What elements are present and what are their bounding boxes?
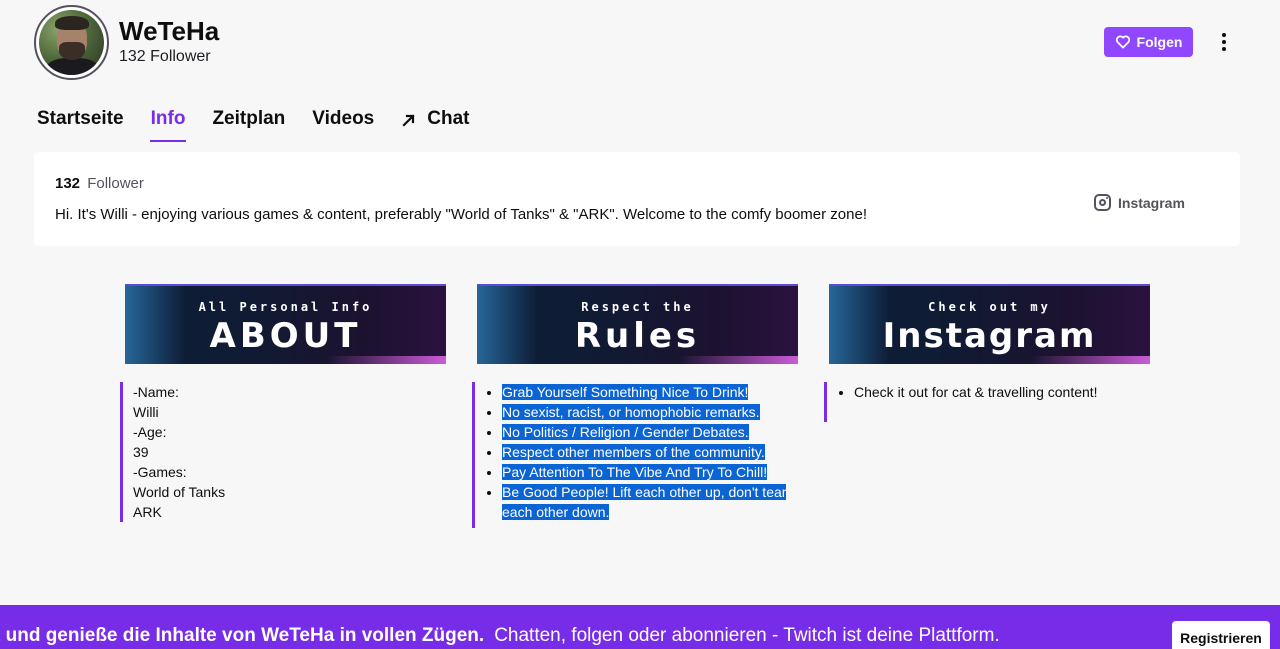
banner-subtitle: Check out my: [928, 300, 1051, 314]
tab-label: Info: [150, 108, 186, 129]
info-follower-count: 132 Follower: [55, 175, 144, 192]
panel-line: Willi: [133, 404, 159, 420]
tab-zeitplan[interactable]: Zeitplan: [212, 108, 285, 142]
list-item: Pay Attention To The Vibe And Try To Chi…: [502, 462, 802, 482]
rule-text: No sexist, racist, or homophobic remarks…: [502, 404, 760, 420]
instagram-panel-body: Check it out for cat & travelling conten…: [824, 382, 1154, 422]
tab-startseite[interactable]: Startseite: [37, 108, 124, 142]
panel-line: World of Tanks: [133, 484, 226, 500]
tab-label: Zeitplan: [212, 108, 286, 129]
instagram-link[interactable]: Instagram: [1094, 194, 1185, 211]
tab-label: Chat: [427, 108, 470, 129]
follow-button[interactable]: Folgen: [1104, 27, 1193, 57]
rule-text: Pay Attention To The Vibe And Try To Chi…: [502, 464, 768, 480]
tab-chat[interactable]: Chat: [401, 108, 469, 142]
signup-banner-normal: Chatten, folgen oder abonnieren - Twitch…: [494, 625, 1000, 646]
follower-label: Follower: [87, 175, 144, 192]
list-item: Check it out for cat & travelling conten…: [854, 382, 1154, 402]
banner-title: Instagram: [882, 316, 1097, 356]
heart-icon: [1115, 35, 1130, 49]
about-panel-body: -Name: Willi -Age: 39 -Games: World of T…: [120, 382, 448, 522]
panel-line: -Age:: [133, 424, 167, 440]
banner-subtitle: All Personal Info: [198, 300, 373, 314]
follower-number: 132: [55, 175, 81, 192]
tab-info[interactable]: Info: [149, 108, 187, 142]
banner-title: Rules: [574, 316, 701, 356]
rule-text: Be Good People! Lift each other up, don'…: [502, 484, 787, 520]
instagram-panel: Check out my Instagram Check it out for …: [824, 284, 1152, 422]
rules-panel-banner[interactable]: Respect the Rules: [477, 284, 798, 364]
about-panel: All Personal Info ABOUT -Name: Willi -Ag…: [120, 284, 448, 522]
instagram-icon: [1094, 194, 1111, 211]
signup-banner: t und genieße die Inhalte von WeTeHa in …: [0, 605, 1280, 649]
instagram-link-label: Instagram: [1118, 194, 1185, 211]
list-item: No Politics / Religion / Gender Debates.: [502, 422, 802, 442]
register-button[interactable]: Registrieren: [1172, 621, 1270, 649]
banner-title: ABOUT: [209, 316, 362, 356]
signup-banner-text: t und genieße die Inhalte von WeTeHa in …: [0, 625, 1000, 647]
rule-text: No Politics / Religion / Gender Debates.: [502, 424, 749, 440]
avatar-image: [39, 10, 104, 75]
about-panel-banner[interactable]: All Personal Info ABOUT: [125, 284, 446, 364]
banner-subtitle: Respect the: [581, 300, 694, 314]
external-arrow-icon: [401, 108, 417, 134]
panel-line: -Games:: [133, 464, 187, 480]
follow-button-label: Folgen: [1136, 34, 1183, 50]
about-info-panel: 132 Follower Hi. It's Willi - enjoying v…: [34, 152, 1240, 246]
tab-videos[interactable]: Videos: [312, 108, 374, 142]
instagram-panel-banner[interactable]: Check out my Instagram: [829, 284, 1150, 364]
list-item: Grab Yourself Something Nice To Drink!: [502, 382, 802, 402]
more-vertical-icon: [1222, 33, 1226, 37]
rule-text: Respect other members of the community.: [502, 444, 765, 460]
more-vertical-icon-dot: [1222, 47, 1226, 51]
rules-panel: Respect the Rules Grab Yourself Somethin…: [472, 284, 800, 528]
more-vertical-icon-dot: [1222, 40, 1226, 44]
channel-follower-count: 132 Follower: [119, 48, 211, 65]
panel-line: -Name:: [133, 384, 179, 400]
panel-line: ARK: [133, 504, 162, 520]
channel-name[interactable]: WeTeHa: [119, 16, 219, 47]
list-item: No sexist, racist, or homophobic remarks…: [502, 402, 802, 422]
instagram-text: Check it out for cat & travelling conten…: [854, 384, 1098, 400]
tab-label: Startseite: [37, 108, 124, 129]
channel-tabs: Startseite Info Zeitplan Videos Chat: [37, 108, 496, 144]
more-options-button[interactable]: [1212, 30, 1236, 54]
rules-panel-body: Grab Yourself Something Nice To Drink! N…: [472, 382, 802, 528]
channel-description: Hi. It's Willi - enjoying various games …: [55, 206, 867, 223]
channel-header: WeTeHa 132 Follower Folgen: [0, 0, 1280, 90]
avatar[interactable]: [34, 5, 109, 80]
tab-label: Videos: [312, 108, 375, 129]
rule-text: Grab Yourself Something Nice To Drink!: [502, 384, 749, 400]
list-item: Be Good People! Lift each other up, don'…: [502, 482, 798, 522]
panel-line: 39: [133, 444, 149, 460]
list-item: Respect other members of the community.: [502, 442, 802, 462]
signup-banner-bold: t und genieße die Inhalte von WeTeHa in …: [0, 625, 485, 646]
